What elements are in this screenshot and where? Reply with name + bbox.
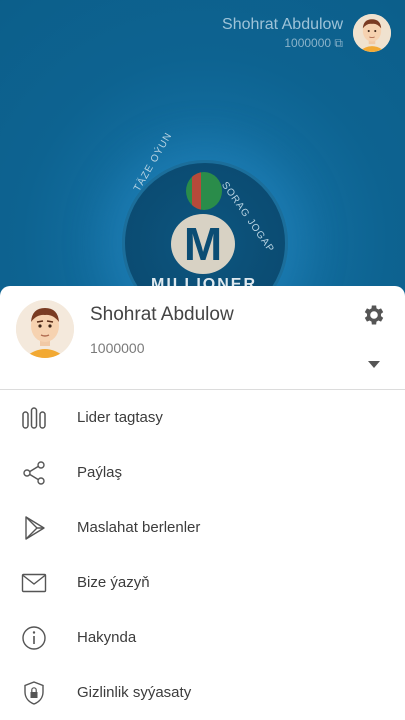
top-user-info: Shohrat Abdulow 1000000 ⧉ — [222, 16, 343, 51]
mail-icon — [20, 569, 48, 597]
menu-item-privacy[interactable]: Gizlinlik syýasaty — [0, 665, 405, 720]
menu-label-privacy: Gizlinlik syýasaty — [77, 684, 192, 701]
menu-label-about: Hakynda — [77, 629, 137, 646]
drawer-profile[interactable]: Shohrat Abdulow 1000000 — [0, 286, 405, 390]
flag-icon — [186, 172, 222, 210]
top-user-name: Shohrat Abdulow — [222, 15, 343, 33]
menu-label-recommended: Maslahat berlenler — [77, 519, 201, 536]
menu-label-leaderboard: Lider tagtasy — [77, 409, 163, 426]
drawer-user-coins: 1000000 — [90, 340, 145, 356]
top-user-bar[interactable]: Shohrat Abdulow 1000000 ⧉ — [222, 14, 391, 52]
menu-item-share[interactable]: Paýlaş — [0, 445, 405, 500]
menu-item-recommended[interactable]: Maslahat berlenler — [0, 500, 405, 555]
leaderboard-icon — [20, 404, 48, 432]
chevron-down-icon[interactable] — [368, 361, 380, 368]
coin-icon: ⧉ — [334, 35, 343, 50]
top-user-coins: 1000000 ⧉ — [222, 36, 343, 51]
avatar-image-icon — [16, 300, 74, 358]
menu-item-about[interactable]: Hakynda — [0, 610, 405, 665]
drawer-user-name: Shohrat Abdulow — [90, 304, 234, 325]
menu-item-contact[interactable]: Bize ýazyň — [0, 555, 405, 610]
top-coins-value: 1000000 — [284, 35, 332, 50]
share-icon — [20, 459, 48, 487]
drawer-menu: Lider tagtasy Paýlaş Maslahat berlenler … — [0, 390, 405, 720]
privacy-lock-icon — [20, 679, 48, 707]
info-icon — [20, 624, 48, 652]
top-avatar[interactable] — [353, 14, 391, 52]
gear-icon[interactable] — [361, 302, 387, 328]
menu-item-leaderboard[interactable]: Lider tagtasy — [0, 390, 405, 445]
menu-label-contact: Bize ýazyň — [77, 574, 150, 591]
navigation-drawer: Shohrat Abdulow 1000000 Lider tagtasy Pa… — [0, 286, 405, 720]
drawer-avatar — [16, 300, 74, 358]
avatar-image-icon — [353, 14, 391, 52]
menu-label-share: Paýlaş — [77, 464, 123, 481]
logo-letter: M — [171, 214, 235, 274]
play-store-icon — [20, 514, 48, 542]
